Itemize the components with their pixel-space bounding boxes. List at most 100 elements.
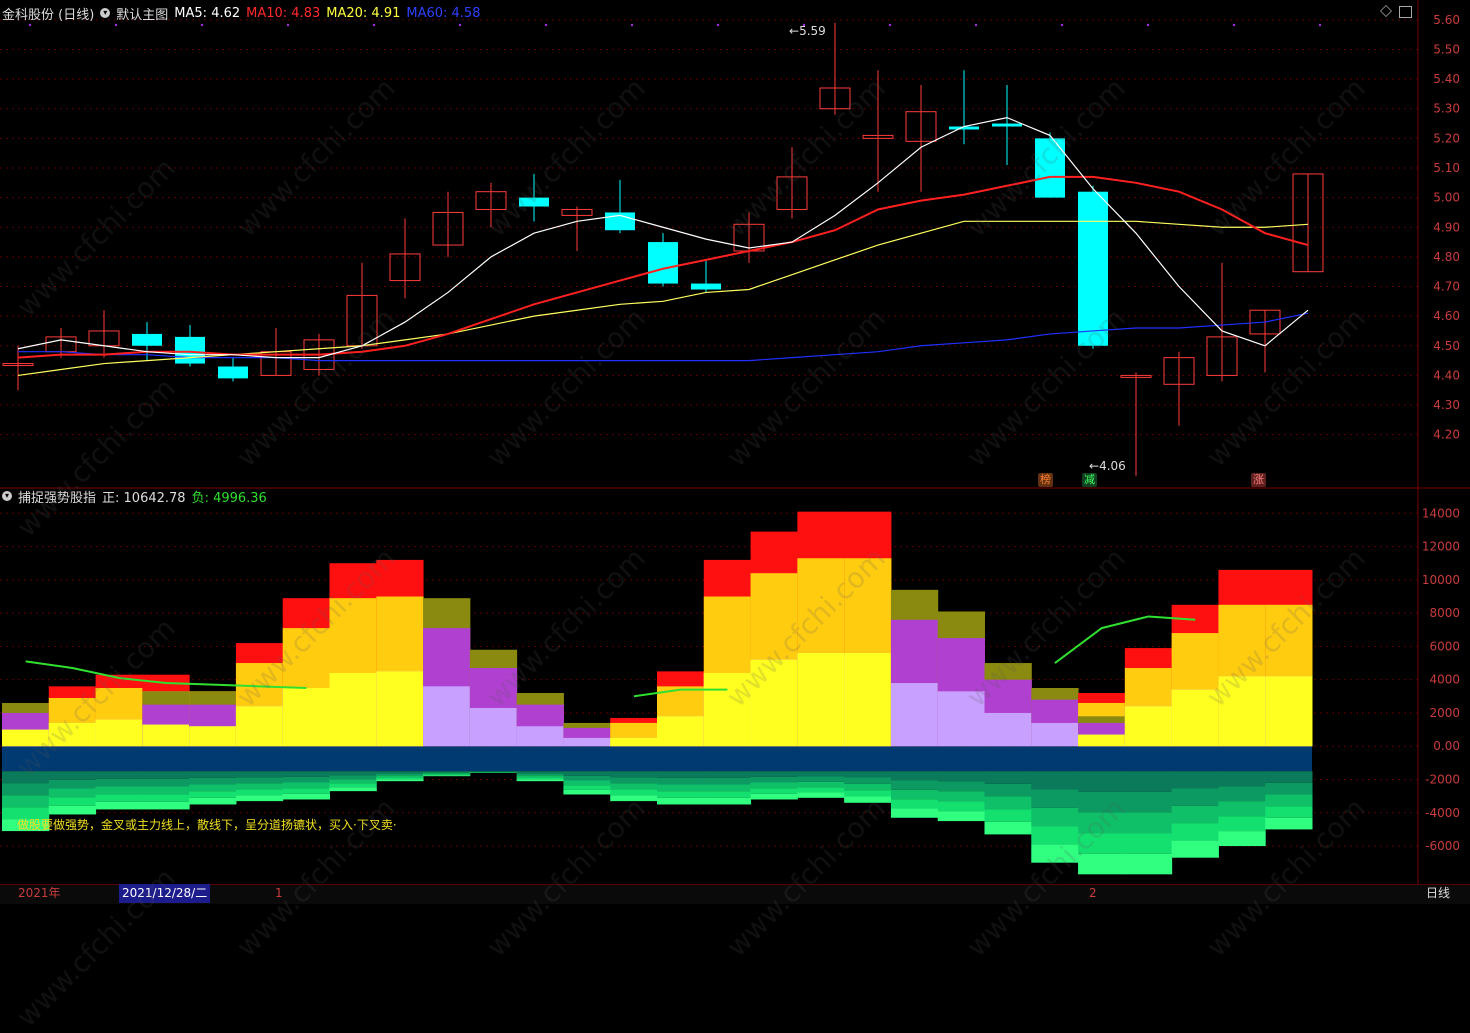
negative-bar-segment [891, 771, 938, 780]
strategy-note: 做股要做强势，金叉或主力线上，散线下，呈分道扬镳状，买入·下叉卖· [17, 816, 397, 833]
signal-tag-1[interactable]: 榜 [1038, 473, 1053, 487]
marker-dot [29, 24, 31, 26]
positive-bar-yellow [376, 671, 423, 746]
negative-bar-segment [938, 791, 985, 801]
positive-bar-yellow [1218, 676, 1265, 746]
negative-bar-segment [517, 771, 564, 773]
stock-name: 金科股份 (日线) [2, 4, 94, 23]
positive-bar-yellow [236, 706, 283, 746]
negative-bar-segment [797, 771, 844, 776]
negative-bar-segment [376, 773, 423, 775]
low-price-label: ←4.06 [1089, 459, 1126, 473]
negative-bar-segment [1172, 788, 1219, 805]
negative-bar-segment [751, 782, 798, 788]
indicator-header: ▾ 捕捉强势股指 正: 10642.78 负: 4996.36 [2, 486, 267, 506]
negative-bar-segment [657, 784, 704, 791]
negative-bar-segment [563, 785, 610, 790]
price-tick-label: 4.70 [1433, 280, 1460, 294]
negative-bar-segment [1031, 789, 1078, 807]
main-chart-header: 金科股份 (日线) ▾ 默认主图 MA5: 4.62 MA10: 4.83 MA… [2, 3, 480, 23]
negative-bar-segment [1172, 840, 1219, 857]
negative-bar-segment [376, 775, 423, 777]
negative-bar-segment [844, 790, 891, 796]
negative-bar-segment [891, 799, 938, 808]
negative-bar-segment [517, 777, 564, 779]
positive-bar-yellow [1125, 706, 1172, 746]
marker-dot [373, 24, 375, 26]
negative-bar-segment [938, 771, 985, 781]
negative-bar-segment [610, 795, 657, 801]
indicator-tick-label: 6000 [1429, 639, 1460, 653]
negative-bar-segment [330, 771, 377, 775]
price-tick-label: 4.40 [1433, 368, 1460, 382]
negative-bar-segment [1078, 771, 1125, 792]
time-axis-year: 2021年 [18, 884, 61, 903]
negative-bar-segment [2, 783, 49, 795]
positive-bar-lilac [423, 686, 470, 746]
negative-bar-segment [985, 822, 1032, 835]
period-selector[interactable]: 日线 [1426, 884, 1450, 903]
negative-bar-segment [283, 782, 330, 788]
negative-bar-segment [423, 774, 470, 775]
low-price-value: 4.06 [1099, 459, 1126, 473]
negative-bar-segment [1125, 833, 1172, 854]
negative-bar-segment [142, 802, 189, 810]
negative-bar-segment [330, 787, 377, 791]
negative-bar-segment [49, 788, 96, 797]
indicator-tick-label: 8000 [1429, 606, 1460, 620]
negative-bar-segment [1125, 771, 1172, 792]
negative-bar-segment [96, 771, 143, 779]
marker-dot [201, 24, 203, 26]
negative-bar-segment [96, 779, 143, 787]
positive-bar-yellow [704, 673, 751, 746]
chart-canvas[interactable]: 5.605.505.405.305.205.105.004.904.804.70… [0, 0, 1470, 903]
ma5-label: MA5: 4.62 [174, 6, 240, 21]
time-axis-month-1: 1 [275, 884, 283, 903]
marker-dot [1319, 24, 1321, 26]
negative-bar-segment [1218, 786, 1265, 801]
main-chart-selector[interactable]: 默认主图 [116, 4, 168, 23]
stock-chart-window: 5.605.505.405.305.205.105.004.904.804.70… [0, 0, 1470, 903]
negative-bar-segment [283, 794, 330, 800]
window-icon[interactable] [1399, 6, 1412, 18]
price-tick-label: 5.60 [1433, 13, 1460, 27]
signal-tag-3[interactable]: 涨 [1251, 473, 1266, 487]
negative-bar-segment [96, 786, 143, 794]
negative-bar-segment [330, 779, 377, 783]
dropdown-circle-icon[interactable]: ▾ [2, 491, 12, 501]
negative-value: 负: 4996.36 [192, 487, 267, 506]
marker-dot [1147, 24, 1149, 26]
indicator-tick-label: -6000 [1425, 839, 1460, 853]
time-axis-month-2: 2 [1089, 884, 1097, 903]
signal-tag-2[interactable]: 减 [1082, 473, 1097, 487]
negative-bar-segment [751, 788, 798, 794]
price-tick-label: 5.50 [1433, 42, 1460, 56]
marker-dot [1233, 24, 1235, 26]
negative-bar-segment [1078, 833, 1125, 854]
positive-bar-yellow [657, 716, 704, 746]
negative-bar-segment [704, 771, 751, 778]
candle-body-down [218, 367, 248, 379]
negative-bar-segment [330, 775, 377, 779]
negative-bar-segment [1218, 831, 1265, 846]
positive-bar-yellow [844, 653, 891, 746]
negative-bar-segment [189, 798, 236, 805]
negative-bar-segment [891, 781, 938, 790]
negative-bar-segment [610, 783, 657, 789]
dropdown-circle-icon[interactable]: ▾ [100, 8, 110, 18]
marker-dot [975, 24, 977, 26]
negative-bar-segment [236, 789, 283, 795]
negative-bar-segment [1125, 854, 1172, 875]
negative-bar-segment [797, 792, 844, 797]
marker-dot [287, 24, 289, 26]
negative-bar-segment [985, 771, 1032, 784]
negative-bar-segment [423, 775, 470, 776]
positive-bar-yellow [797, 653, 844, 746]
negative-bar-segment [189, 771, 236, 778]
marker-dot [545, 24, 547, 26]
negative-bar-segment [189, 784, 236, 791]
indicator-name[interactable]: 捕捉强势股指 [18, 487, 96, 506]
negative-bar-segment [1125, 792, 1172, 813]
negative-bar-segment [376, 777, 423, 779]
negative-bar-segment [517, 779, 564, 781]
